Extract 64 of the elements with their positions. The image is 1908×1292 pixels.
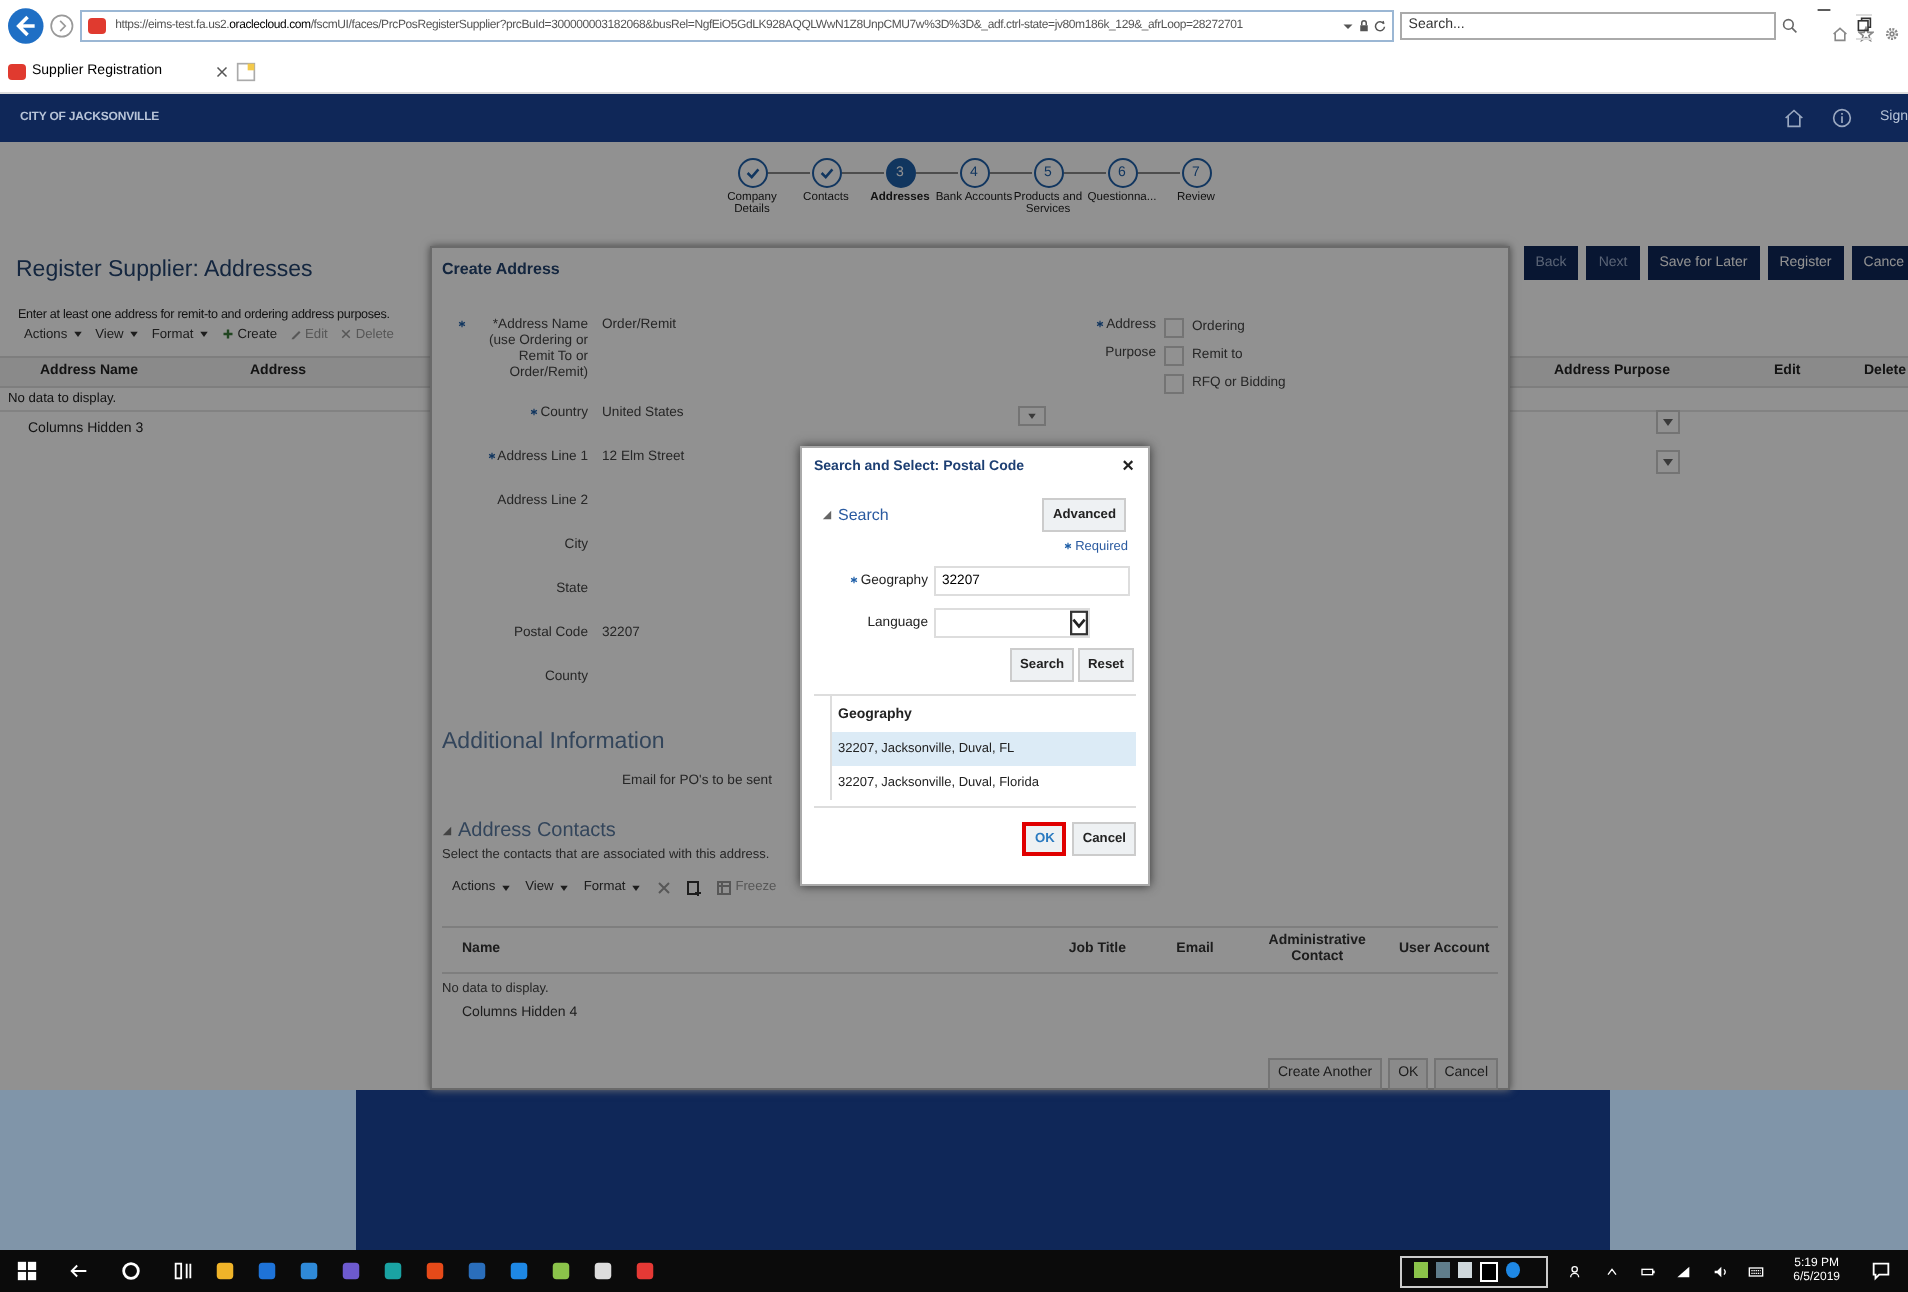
caret-icon[interactable] [1656,449,1680,474]
volume-icon[interactable] [1711,1263,1728,1280]
checkbox[interactable] [1164,345,1184,366]
checkbox[interactable] [1164,373,1184,394]
delete-icon [339,328,352,341]
back-icon[interactable] [68,1260,90,1283]
check-icon [817,163,835,182]
wifi-icon[interactable] [1675,1263,1692,1280]
restore-icon[interactable] [1856,14,1872,40]
step-indicator[interactable] [811,157,841,188]
chevron-up-icon[interactable] [1603,1263,1620,1280]
toolbar-item[interactable] [685,879,702,896]
caret-icon [1070,609,1088,636]
close-button[interactable]: × [1120,457,1136,478]
task-view-icon[interactable] [172,1260,194,1283]
app-icon[interactable] [214,1260,236,1283]
required-icon [850,575,859,584]
add-row-icon [685,879,702,896]
freeze-icon [715,879,732,896]
info-icon[interactable] [1831,107,1852,128]
battery-icon[interactable] [1639,1263,1656,1280]
disclosure-icon[interactable] [822,509,832,520]
app-icon[interactable] [382,1260,404,1283]
check-icon [743,163,761,182]
people-icon[interactable] [1567,1263,1584,1280]
caret-icon [557,881,570,894]
search-icon[interactable] [120,1260,142,1283]
settings-icon[interactable] [1884,25,1900,42]
section-heading[interactable]: Address Contacts [458,819,616,842]
close-icon[interactable] [216,65,228,78]
caret-icon [197,328,210,341]
checkbox[interactable] [1164,317,1184,338]
step-indicator[interactable] [737,157,767,188]
refresh-icon[interactable] [1374,19,1387,32]
favicon-icon [87,17,106,34]
caret-icon[interactable] [1342,19,1355,32]
language-dropdown[interactable] [934,607,1090,638]
tray-app-icons[interactable] [1399,1255,1548,1288]
star-icon[interactable] [1858,25,1874,42]
lock-icon [1358,19,1371,32]
dialog-title: Create Address [442,259,560,278]
caret-icon[interactable] [1656,409,1680,434]
favicon-icon [8,63,26,80]
delete-icon [655,879,672,896]
caret-icon [1026,409,1038,422]
caret-icon [127,328,140,341]
home-icon[interactable] [1832,25,1848,42]
required-icon [1063,541,1072,550]
start-icon[interactable] [16,1260,38,1283]
section-heading[interactable]: Search [838,505,889,524]
caret-icon [629,881,642,894]
plus-icon [221,328,234,341]
notification-icon[interactable] [1870,1260,1892,1283]
disclosure-icon[interactable] [442,825,452,836]
app-icon[interactable] [592,1260,614,1283]
section-heading: Additional Information [442,729,665,754]
keyboard-icon[interactable] [1747,1263,1764,1280]
pencil-icon [289,328,301,341]
caret-icon [499,881,512,894]
app-icon[interactable] [550,1260,572,1283]
forward-icon[interactable] [49,13,74,38]
home-icon[interactable] [1783,107,1804,128]
caret-icon [71,328,84,341]
page-title: Register Supplier: Addresses [16,257,313,282]
